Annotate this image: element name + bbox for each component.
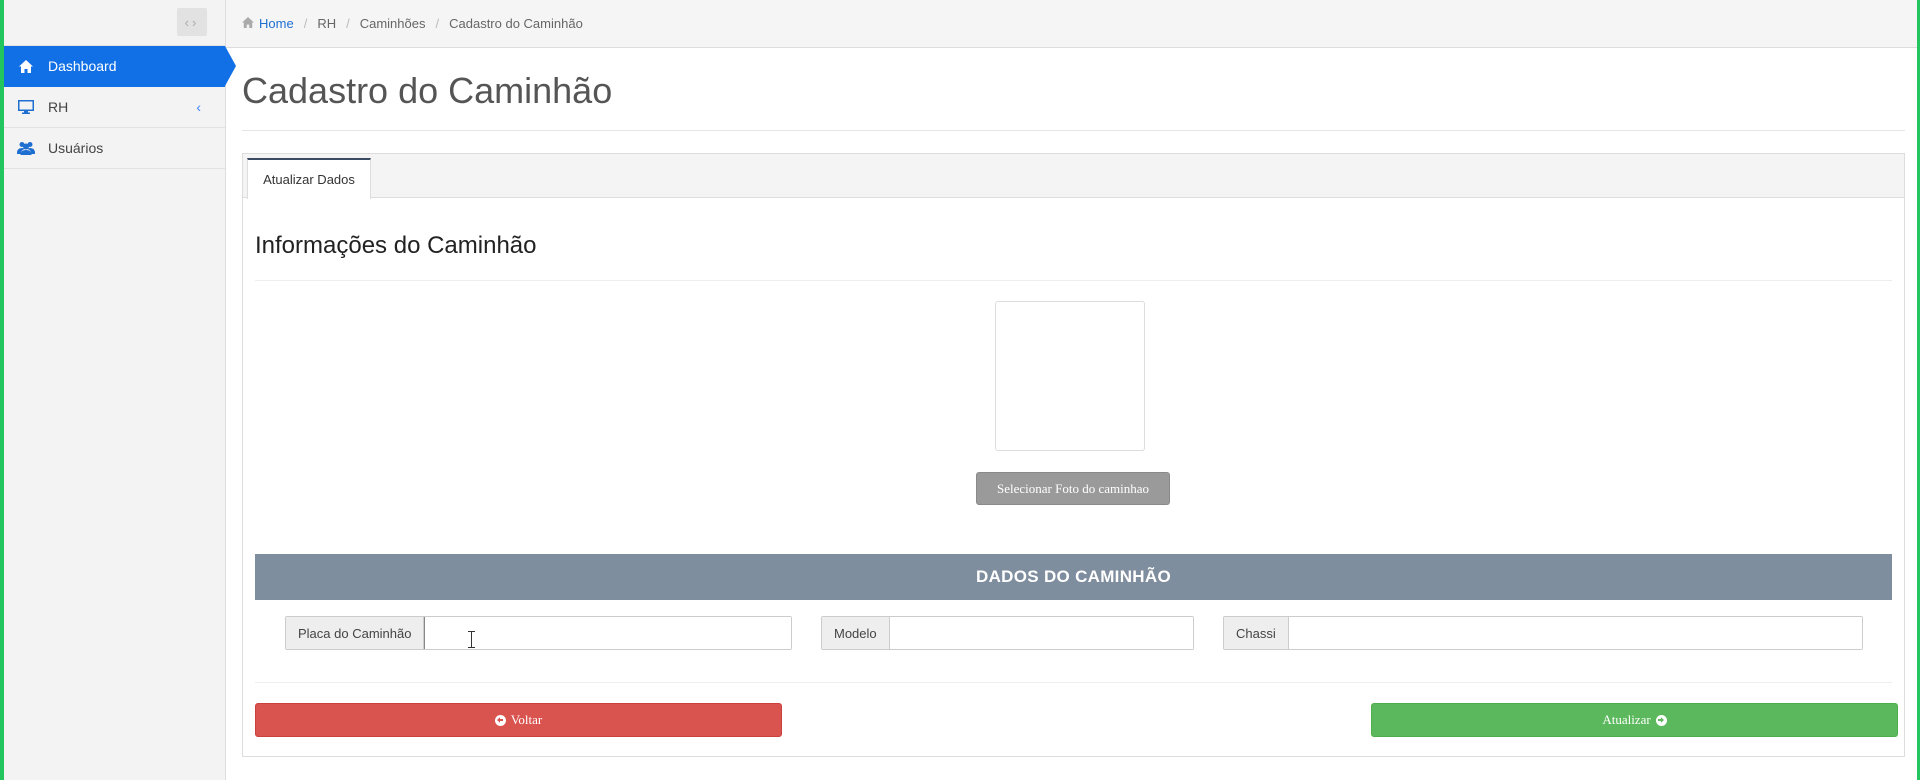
dados-header: DADOS DO CAMINHÃO: [255, 554, 1892, 600]
users-icon: [16, 141, 36, 155]
breadcrumb-home[interactable]: Home: [242, 16, 294, 31]
home-icon: [242, 16, 254, 31]
home-icon: [16, 59, 36, 73]
chassi-label: Chassi: [1224, 617, 1289, 649]
placa-input[interactable]: [424, 617, 791, 649]
modelo-input[interactable]: [889, 617, 1193, 649]
form-panel: Atualizar Dados Informações do Caminhão …: [242, 153, 1905, 757]
sidebar-item-label: Dashboard: [48, 58, 117, 74]
breadcrumb-separator: /: [303, 16, 308, 31]
sidebar-item-label: Usuários: [48, 140, 104, 156]
breadcrumb-caminhoes[interactable]: Caminhões: [360, 16, 426, 31]
divider: [242, 130, 1905, 131]
divider: [255, 280, 1892, 281]
breadcrumb-separator: /: [435, 16, 440, 31]
sidebar-toggle-button[interactable]: ‹›: [177, 8, 207, 36]
chevron-left-icon[interactable]: ‹: [196, 99, 201, 115]
chevrons-left-right-icon: ‹›: [184, 14, 200, 30]
monitor-icon: [16, 100, 36, 114]
sidebar-item-usuarios[interactable]: Usuários: [4, 128, 225, 169]
chassi-input[interactable]: [1288, 617, 1862, 649]
arrow-circle-left-icon: [494, 714, 506, 726]
tab-bar: Atualizar Dados: [243, 154, 1904, 199]
select-photo-button[interactable]: Selecionar Foto do caminhao: [976, 472, 1170, 505]
breadcrumb-rh[interactable]: RH: [317, 16, 336, 31]
window-frame-left: [0, 0, 4, 780]
divider: [255, 682, 1892, 683]
arrow-circle-right-icon: [1655, 714, 1667, 726]
section-title: Informações do Caminhão: [255, 232, 537, 259]
atualizar-button[interactable]: Atualizar: [1371, 703, 1898, 737]
breadcrumb-label: Home: [259, 16, 294, 31]
voltar-label: Voltar: [510, 712, 543, 727]
placa-label: Placa do Caminhão: [286, 617, 425, 649]
chassi-input-group: Chassi: [1223, 616, 1863, 650]
main-content: Cadastro do Caminhão Atualizar Dados Inf…: [226, 48, 1917, 780]
page-title: Cadastro do Caminhão: [242, 70, 613, 111]
breadcrumb-current: Cadastro do Caminhão: [449, 16, 583, 31]
breadcrumb: Home / RH / Caminhões / Cadastro do Cami…: [226, 0, 1917, 48]
modelo-input-group: Modelo: [821, 616, 1194, 650]
truck-photo-preview: [995, 301, 1145, 451]
placa-input-group: Placa do Caminhão: [285, 616, 792, 650]
sidebar-item-rh[interactable]: RH ‹: [4, 87, 225, 128]
sidebar-header: ‹›: [4, 0, 225, 46]
breadcrumb-separator: /: [346, 16, 350, 31]
atualizar-label: Atualizar: [1602, 712, 1651, 727]
sidebar-item-label: RH: [48, 99, 69, 115]
sidebar: ‹› Dashboard RH ‹ Usuários: [4, 0, 236, 780]
voltar-button[interactable]: Voltar: [255, 703, 782, 737]
sidebar-item-dashboard[interactable]: Dashboard: [4, 46, 236, 87]
tab-atualizar-dados[interactable]: Atualizar Dados: [247, 158, 371, 199]
modelo-label: Modelo: [822, 617, 890, 649]
